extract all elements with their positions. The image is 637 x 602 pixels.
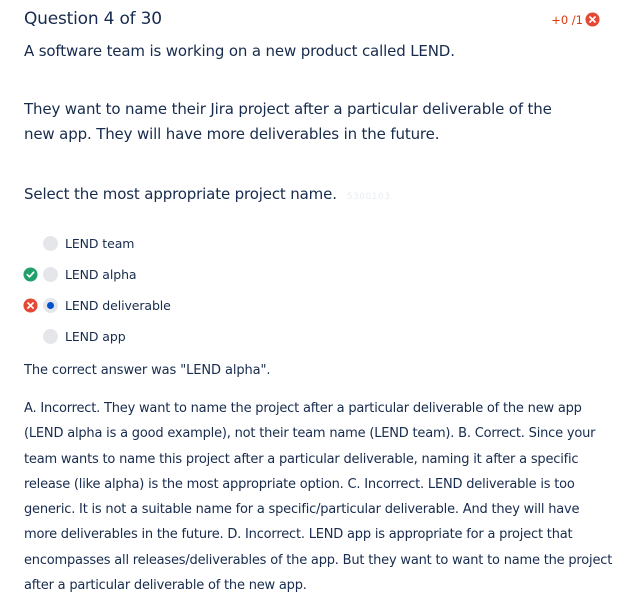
answer-explanation: A. Incorrect. They want to name the proj… <box>24 401 613 594</box>
question-title: Question 4 of 30 <box>24 9 162 29</box>
score-text: +0 /1 <box>551 12 583 27</box>
x-circle-icon <box>585 12 600 27</box>
instruction-text: Select the most appropriate project name… <box>24 185 337 203</box>
option-lend-team[interactable]: LEND team <box>22 228 322 259</box>
x-circle-icon <box>22 298 38 313</box>
question-header: Question 4 of 30 +0 /1 <box>24 8 600 34</box>
score-indicator: +0 /1 <box>551 12 600 27</box>
option-status-slot <box>22 267 38 283</box>
option-lend-alpha[interactable]: LEND alpha <box>22 259 322 290</box>
radio-button[interactable] <box>43 236 58 251</box>
option-label: LEND app <box>65 329 126 344</box>
option-label: LEND alpha <box>65 267 137 282</box>
option-lend-deliverable[interactable]: LEND deliverable <box>22 290 322 321</box>
question-prompt-instruction: Select the most appropriate project name… <box>24 182 584 210</box>
radio-button[interactable] <box>43 267 58 282</box>
question-prompt-intro: A software team is working on a new prod… <box>24 42 455 60</box>
option-status-slot <box>22 236 38 252</box>
radio-selected-dot <box>47 302 54 309</box>
option-label: LEND team <box>65 236 135 251</box>
answer-options: LEND team LEND alpha LEND deliverable LE… <box>22 228 322 352</box>
option-label: LEND deliverable <box>65 298 171 313</box>
radio-button-selected[interactable] <box>43 298 58 313</box>
correct-answer-text: The correct answer was "LEND alpha". <box>24 363 271 378</box>
option-lend-app[interactable]: LEND app <box>22 321 322 352</box>
check-circle-icon <box>22 267 38 282</box>
watermark-text: 5300103 <box>346 192 391 202</box>
radio-button[interactable] <box>43 329 58 344</box>
option-status-slot <box>22 329 38 345</box>
option-status-slot <box>22 298 38 314</box>
question-prompt-details: They want to name their Jira project aft… <box>24 100 552 143</box>
